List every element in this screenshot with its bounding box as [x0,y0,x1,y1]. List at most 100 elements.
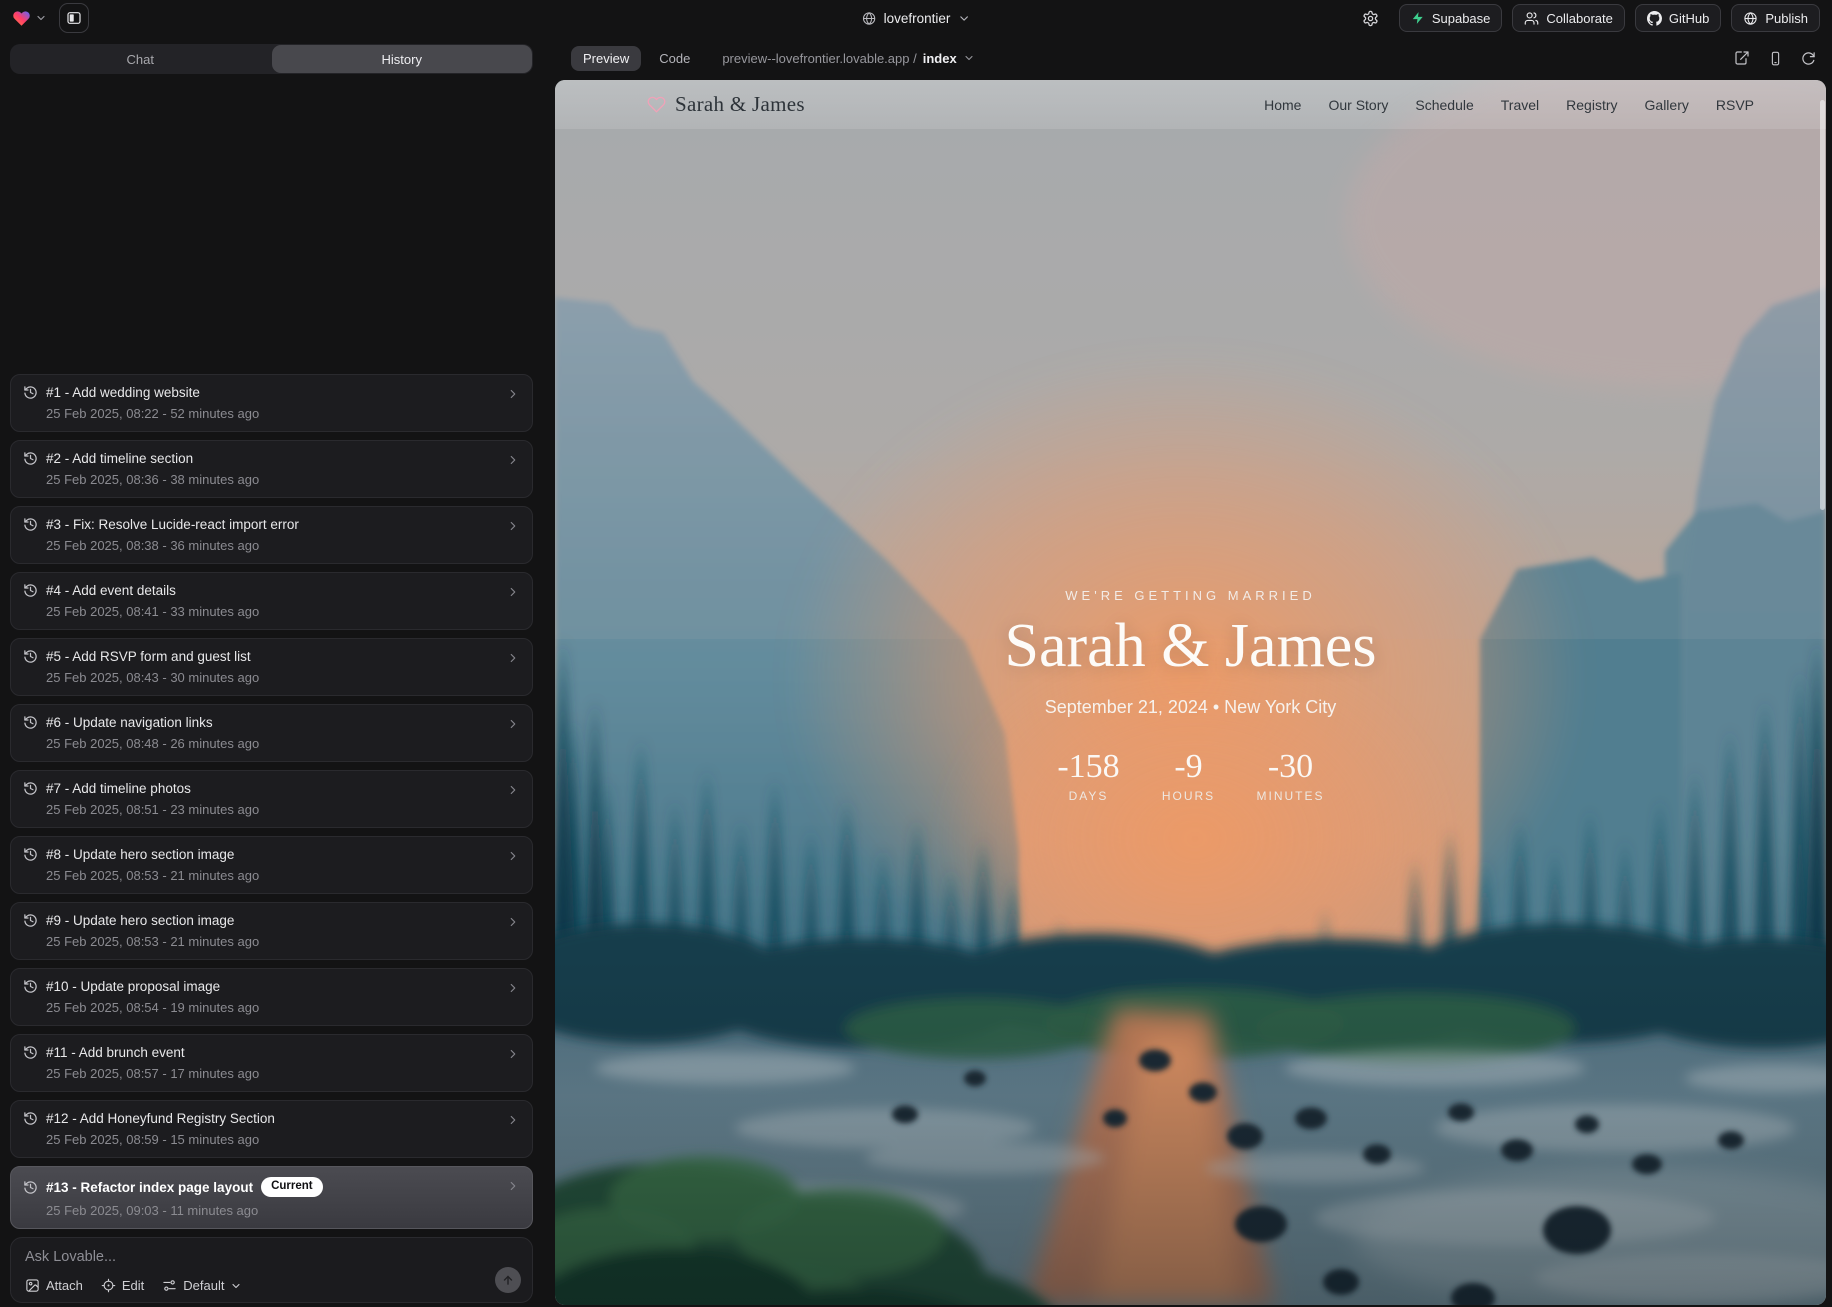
history-clock-icon [23,715,38,730]
chevron-right-icon[interactable] [506,453,520,467]
preview-scrollbar-thumb[interactable] [1820,100,1825,510]
history-item-title: #13 - Refactor index page layout [46,1180,253,1195]
history-item-timestamp: 25 Feb 2025, 08:22 - 52 minutes ago [46,406,520,421]
chevron-down-icon [957,12,970,25]
current-badge: Current [261,1177,323,1197]
history-item[interactable]: #8 - Update hero section image 25 Feb 20… [10,836,533,894]
site-nav-link[interactable]: Schedule [1415,97,1473,113]
refresh-icon[interactable] [1801,51,1816,66]
history-item[interactable]: #12 - Add Honeyfund Registry Section 25 … [10,1100,533,1158]
chevron-right-icon[interactable] [506,717,520,731]
chevron-right-icon[interactable] [506,783,520,797]
chevron-right-icon[interactable] [506,387,520,401]
tab-history[interactable]: History [272,45,533,73]
ask-lovable-input[interactable] [25,1249,445,1265]
preview-toolbar: Preview Code preview--lovefrontier.lovab… [543,43,1832,73]
topbar: lovefrontier Supabase [0,0,1832,36]
history-item[interactable]: #2 - Add timeline section 25 Feb 2025, 0… [10,440,533,498]
mode-selector[interactable]: Default [162,1278,242,1293]
history-item[interactable]: #11 - Add brunch event 25 Feb 2025, 08:5… [10,1034,533,1092]
site-logo-text: Sarah & James [675,92,805,117]
history-clock-icon [23,847,38,862]
history-clock-icon [23,451,38,466]
panel-left-icon [66,10,82,26]
chevron-right-icon[interactable] [506,915,520,929]
tab-code[interactable]: Code [649,46,700,71]
chevron-down-icon [230,1280,242,1292]
tab-preview[interactable]: Preview [571,46,641,71]
history-item[interactable]: #7 - Add timeline photos 25 Feb 2025, 08… [10,770,533,828]
tab-chat[interactable]: Chat [10,44,271,74]
chevron-right-icon[interactable] [506,519,520,533]
history-clock-icon [23,517,38,532]
history-item[interactable]: #3 - Fix: Resolve Lucide-react import er… [10,506,533,564]
lovable-logo-menu[interactable] [12,9,47,28]
chevron-right-icon[interactable] [506,585,520,599]
publish-label: Publish [1765,11,1808,26]
history-item-title: #11 - Add brunch event [46,1045,185,1060]
chevron-right-icon[interactable] [506,849,520,863]
history-clock-icon [23,1045,38,1060]
history-clock-icon [23,1111,38,1126]
supabase-bolt-icon [1411,11,1425,25]
history-clock-icon [23,583,38,598]
countdown-label: DAYS [1057,789,1121,803]
history-item-timestamp: 25 Feb 2025, 08:41 - 33 minutes ago [46,604,520,619]
publish-globe-icon [1743,11,1758,26]
preview-url-selector[interactable]: preview--lovefrontier.lovable.app / inde… [722,51,974,66]
supabase-button[interactable]: Supabase [1399,4,1503,32]
site-logo[interactable]: Sarah & James [647,92,805,117]
history-clock-icon [23,1180,38,1195]
preview-url-page: index [923,51,957,66]
edit-button[interactable]: Edit [101,1278,144,1293]
chevron-right-icon[interactable] [506,981,520,995]
mobile-view-icon[interactable] [1768,51,1783,66]
site-nav-link[interactable]: RSVP [1716,97,1754,113]
history-item[interactable]: #5 - Add RSVP form and guest list 25 Feb… [10,638,533,696]
chevron-right-icon[interactable] [506,651,520,665]
open-external-icon[interactable] [1734,50,1750,66]
chevron-right-icon[interactable] [506,1047,520,1061]
history-item[interactable]: #9 - Update hero section image 25 Feb 20… [10,902,533,960]
sidebar-toggle-button[interactable] [59,3,89,33]
countdown-value: -9 [1157,750,1221,784]
site-nav-link[interactable]: Home [1264,97,1301,113]
supabase-label: Supabase [1432,11,1491,26]
history-item[interactable]: #10 - Update proposal image 25 Feb 2025,… [10,968,533,1026]
publish-button[interactable]: Publish [1731,4,1820,32]
history-item-title: #9 - Update hero section image [46,913,234,928]
collaborate-button[interactable]: Collaborate [1512,4,1625,32]
site-nav-link[interactable]: Our Story [1328,97,1388,113]
history-item-timestamp: 25 Feb 2025, 08:48 - 26 minutes ago [46,736,520,751]
image-attach-icon [25,1278,40,1293]
settings-button[interactable] [1356,9,1385,28]
project-selector[interactable]: lovefrontier [862,0,971,36]
history-item-timestamp: 25 Feb 2025, 08:53 - 21 minutes ago [46,934,520,949]
history-clock-icon [23,979,38,994]
arrow-up-icon [501,1273,515,1287]
countdown-value: -30 [1257,750,1325,784]
site-nav: Home Our Story Schedule Travel Registry Galle… [1264,97,1754,113]
chevron-right-icon[interactable] [506,1179,520,1193]
hero-title: Sarah & James [555,615,1826,677]
attach-button[interactable]: Attach [25,1278,83,1293]
chevron-right-icon[interactable] [506,1113,520,1127]
send-button[interactable] [495,1267,521,1293]
history-item[interactable]: #6 - Update navigation links 25 Feb 2025… [10,704,533,762]
history-item-timestamp: 25 Feb 2025, 08:53 - 21 minutes ago [46,868,520,883]
history-item-timestamp: 25 Feb 2025, 08:54 - 19 minutes ago [46,1000,520,1015]
hero-section: WE'RE GETTING MARRIED Sarah & James Sept… [555,588,1826,803]
countdown-item: -9 HOURS [1157,750,1221,803]
history-item[interactable]: #1 - Add wedding website 25 Feb 2025, 08… [10,374,533,432]
site-nav-link[interactable]: Registry [1566,97,1617,113]
attach-label: Attach [46,1278,83,1293]
history-item[interactable]: #4 - Add event details 25 Feb 2025, 08:4… [10,572,533,630]
lovable-heart-logo-icon [12,9,31,28]
history-item[interactable]: #13 - Refactor index page layout Current… [10,1166,533,1229]
chat-history-tabs: Chat History [10,44,533,74]
hero-date-location: September 21, 2024 • New York City [555,697,1826,718]
site-nav-link[interactable]: Travel [1501,97,1539,113]
history-list: #1 - Add wedding website 25 Feb 2025, 08… [0,74,543,1229]
github-button[interactable]: GitHub [1635,4,1721,32]
site-nav-link[interactable]: Gallery [1645,97,1689,113]
